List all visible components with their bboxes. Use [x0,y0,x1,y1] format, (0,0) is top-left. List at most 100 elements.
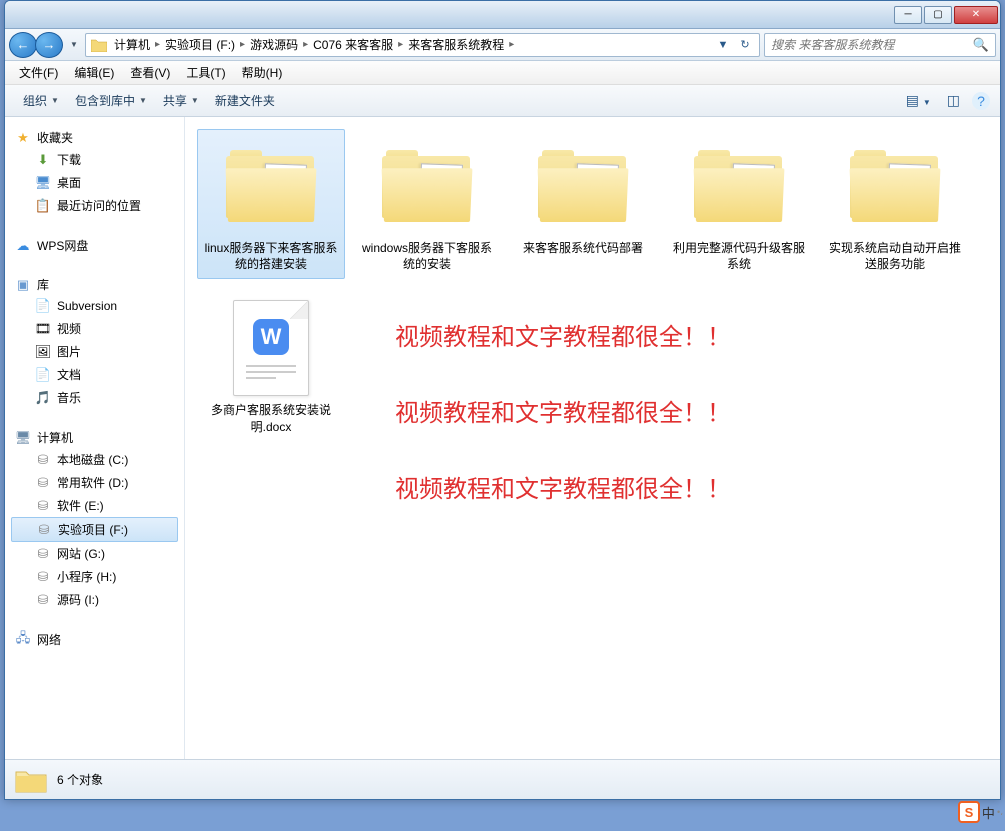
minimize-button[interactable]: ─ [894,6,922,24]
sidebar-item-recent[interactable]: 📋最近访问的位置 [11,194,178,217]
view-mode-button[interactable]: ▤ ▼ [902,90,935,111]
overlay-text: 视频教程和文字教程都很全！！ [395,469,731,504]
chevron-right-icon[interactable]: ▸ [237,39,248,50]
sidebar-item-drive-c[interactable]: ⛁本地磁盘 (C:) [11,448,178,471]
sidebar-item-drive-f[interactable]: ⛁实验项目 (F:) [11,517,178,542]
search-box[interactable]: 🔍 [764,33,996,57]
recent-icon: 📋 [35,198,51,214]
folder-item[interactable]: linux服务器下来客客服系统的搭建安装 [197,129,345,279]
chevron-right-icon[interactable]: ▸ [152,39,163,50]
sidebar-network[interactable]: 🖧 网络 [11,629,178,650]
sidebar-libraries[interactable]: ▣ 库 [11,274,178,295]
breadcrumb[interactable]: 游戏源码 [248,36,300,53]
drive-icon: ⛁ [35,592,51,608]
file-label: 多商户客服系统安装说明.docx [204,402,338,434]
sidebar-item-documents[interactable]: 📄文档 [11,363,178,386]
sidebar-favorites[interactable]: ★ 收藏夹 [11,127,178,148]
drive-icon: ⛁ [35,546,51,562]
sidebar: ★ 收藏夹 ⬇下载 🖥桌面 📋最近访问的位置 ☁ WPS网盘 ▣ 库 📄Subv [5,117,185,759]
sidebar-item-desktop[interactable]: 🖥桌面 [11,171,178,194]
search-icon[interactable]: 🔍 [973,37,989,53]
network-icon: 🖧 [15,632,31,648]
sidebar-item-drive-e[interactable]: ⛁软件 (E:) [11,494,178,517]
file-pane[interactable]: linux服务器下来客客服系统的搭建安装 windows服务器下客服系统的安装来客… [185,117,1000,759]
sidebar-item-videos[interactable]: 🎞视频 [11,317,178,340]
breadcrumb[interactable]: C076 来客客服 [311,36,395,53]
menu-view[interactable]: 查看(V) [122,62,178,83]
nav-history-dropdown[interactable]: ▼ [67,35,81,55]
close-button[interactable]: ✕ [954,6,998,24]
menu-edit[interactable]: 编辑(E) [66,62,122,83]
star-icon: ★ [15,130,31,146]
folder-item[interactable]: 来客客服系统代码部署 [509,129,657,279]
picture-icon: 🖼 [35,344,51,360]
doc-icon: 📄 [35,367,51,383]
help-button[interactable]: ? [972,92,990,110]
docx-icon: W [221,298,321,398]
breadcrumb[interactable]: 实验项目 (F:) [163,36,237,53]
refresh-button[interactable]: ↻ [735,35,755,55]
drive-icon: ⛁ [35,569,51,585]
sidebar-item-pictures[interactable]: 🖼图片 [11,340,178,363]
file-label: 实现系统启动自动开启推送服务功能 [828,240,962,272]
file-label: 来客客服系统代码部署 [523,240,643,256]
folder-icon [221,136,321,236]
sidebar-item-drive-h[interactable]: ⛁小程序 (H:) [11,565,178,588]
library-icon: ▣ [15,277,31,293]
computer-icon: 🖥 [15,430,31,446]
organize-button[interactable]: 组织▼ [15,90,67,111]
sidebar-wps[interactable]: ☁ WPS网盘 [11,235,178,256]
menu-file[interactable]: 文件(F) [11,62,66,83]
menu-bar: 文件(F) 编辑(E) 查看(V) 工具(T) 帮助(H) [5,61,1000,85]
maximize-button[interactable]: ▢ [924,6,952,24]
sidebar-item-music[interactable]: 🎵音乐 [11,386,178,409]
preview-pane-button[interactable]: ◫ [943,90,964,111]
folder-icon [15,766,47,794]
forward-button[interactable]: → [35,32,63,58]
sidebar-item-drive-i[interactable]: ⛁源码 (I:) [11,588,178,611]
folder-item[interactable]: windows服务器下客服系统的安装 [353,129,501,279]
chevron-right-icon[interactable]: ▸ [395,39,406,50]
explorer-window: ─ ▢ ✕ ← → ▼ 计算机▸ 实验项目 (F:)▸ 游戏源码▸ C076 来… [4,0,1001,800]
sidebar-item-drive-g[interactable]: ⛁网站 (G:) [11,542,178,565]
ime-punct[interactable]: •، [997,807,1003,818]
nav-bar: ← → ▼ 计算机▸ 实验项目 (F:)▸ 游戏源码▸ C076 来客客服▸ 来… [5,29,1000,61]
doc-icon: 📄 [35,298,51,314]
folder-icon [845,136,945,236]
breadcrumb[interactable]: 来客客服系统教程 [406,36,506,53]
drive-icon: ⛁ [35,452,51,468]
menu-tools[interactable]: 工具(T) [178,62,233,83]
video-icon: 🎞 [35,321,51,337]
folder-item[interactable]: 实现系统启动自动开启推送服务功能 [821,129,969,279]
folder-icon [90,36,108,54]
menu-help[interactable]: 帮助(H) [234,62,291,83]
status-bar: 6 个对象 [5,759,1000,799]
ime-lang[interactable]: 中 [982,803,995,822]
download-icon: ⬇ [35,152,51,168]
back-button[interactable]: ← [9,32,37,58]
include-library-button[interactable]: 包含到库中▼ [67,90,155,111]
chevron-right-icon[interactable]: ▸ [300,39,311,50]
share-button[interactable]: 共享▼ [155,90,207,111]
ime-indicator[interactable]: S 中 •، [958,801,1003,823]
sidebar-item-drive-d[interactable]: ⛁常用软件 (D:) [11,471,178,494]
search-input[interactable] [771,38,973,52]
breadcrumb[interactable]: 计算机 [112,36,152,53]
sogou-icon[interactable]: S [958,801,980,823]
cloud-icon: ☁ [15,238,31,254]
file-item[interactable]: W 多商户客服系统安装说明.docx [197,291,345,441]
file-label: linux服务器下来客客服系统的搭建安装 [204,240,338,272]
new-folder-button[interactable]: 新建文件夹 [207,90,283,111]
chevron-right-icon[interactable]: ▸ [506,39,517,50]
sidebar-item-subversion[interactable]: 📄Subversion [11,295,178,317]
sidebar-item-downloads[interactable]: ⬇下载 [11,148,178,171]
address-bar[interactable]: 计算机▸ 实验项目 (F:)▸ 游戏源码▸ C076 来客客服▸ 来客客服系统教… [85,33,760,57]
titlebar[interactable]: ─ ▢ ✕ [5,1,1000,29]
folder-item[interactable]: 利用完整源代码升级客服系统 [665,129,813,279]
drive-icon: ⛁ [36,522,52,538]
sidebar-computer[interactable]: 🖥 计算机 [11,427,178,448]
file-label: 利用完整源代码升级客服系统 [672,240,806,272]
desktop-icon: 🖥 [35,175,51,191]
address-dropdown[interactable]: ▼ [713,35,733,55]
overlay-text: 视频教程和文字教程都很全！！ [395,393,731,428]
